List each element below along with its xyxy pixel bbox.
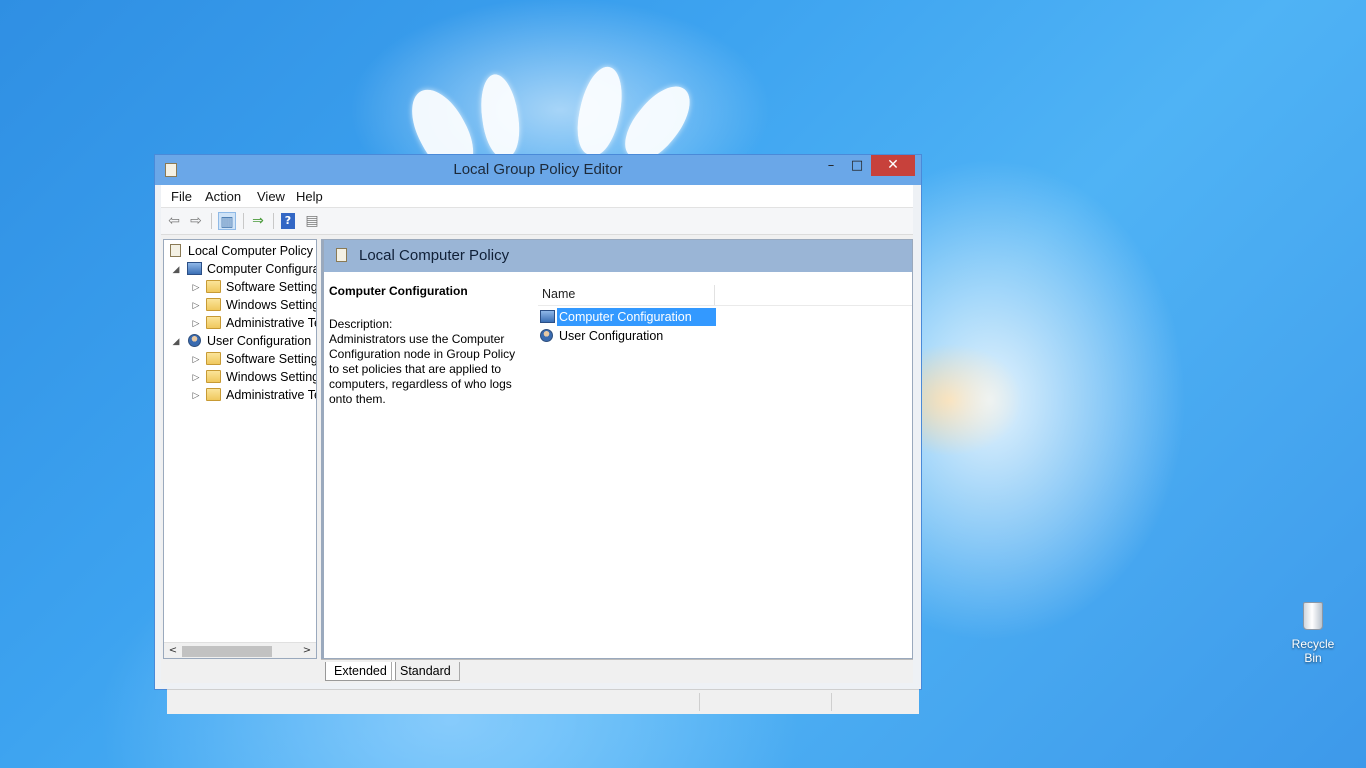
recycle-bin-label: Recycle Bin	[1291, 637, 1335, 665]
menu-help[interactable]: Help	[296, 189, 323, 204]
back-arrow-icon[interactable]: ⇦	[165, 212, 183, 230]
toolbar-separator	[211, 213, 212, 229]
scrollbar-thumb[interactable]	[182, 646, 272, 657]
wallpaper-petal	[571, 62, 629, 160]
details-header: Local Computer Policy	[324, 240, 912, 272]
tree-item-label: User Configuration	[207, 334, 312, 348]
header-notch	[526, 272, 912, 276]
toolbar-separator	[243, 213, 244, 229]
user-icon	[188, 334, 201, 347]
tree-horizontal-scrollbar[interactable]: < >	[164, 642, 316, 658]
computer-icon	[540, 310, 555, 323]
policy-icon	[170, 244, 181, 257]
minimize-button[interactable]: –	[819, 155, 843, 176]
expand-arrow-icon[interactable]: ▷	[191, 296, 201, 314]
console-tree[interactable]: Local Computer Policy ◢ Computer Configu…	[163, 239, 317, 659]
description-text: Administrators use the Computer Configur…	[329, 332, 516, 406]
scroll-right-icon[interactable]: >	[300, 643, 314, 658]
help-button[interactable]: ?	[279, 212, 297, 230]
folder-icon	[206, 370, 221, 383]
export-list-icon[interactable]: ⇒	[249, 212, 267, 230]
toolbar-separator	[273, 213, 274, 229]
expand-arrow-icon[interactable]: ▷	[191, 386, 201, 404]
expand-arrow-icon[interactable]: ▷	[191, 278, 201, 296]
close-button[interactable]: ✕	[871, 155, 915, 176]
title-bar[interactable]: Local Group Policy Editor – □ ✕	[155, 155, 921, 185]
wallpaper-petal	[476, 71, 524, 161]
tree-item-label: Computer Configura	[207, 262, 317, 276]
toolbar: ⇦ ⇨ ▥ ⇒ ? ▤	[161, 208, 913, 235]
tree-item-label: Software Settings	[226, 352, 317, 366]
policy-icon	[336, 248, 347, 262]
status-bar	[167, 689, 919, 714]
view-tabs: Extended Standard	[321, 659, 913, 682]
folder-icon	[206, 352, 221, 365]
list-item-label: Computer Configuration	[557, 308, 716, 326]
tree-item-label: Windows Setting	[226, 370, 317, 384]
window-title: Local Group Policy Editor	[453, 161, 623, 178]
tree-item-label: Software Settings	[226, 280, 317, 294]
list-item-computer-configuration[interactable]: Computer Configuration	[538, 308, 718, 326]
details-pane: Local Computer Policy Computer Configura…	[321, 239, 913, 659]
menu-view[interactable]: View	[257, 189, 285, 204]
description-panel: Computer Configuration Description: Admi…	[329, 284, 524, 407]
column-header-name[interactable]: Name	[538, 285, 912, 306]
menu-action[interactable]: Action	[205, 189, 241, 204]
tree-item-label: Local Computer Policy	[188, 244, 314, 258]
group-policy-editor-window: Local Group Policy Editor – □ ✕ File Act…	[154, 154, 922, 714]
user-icon	[540, 329, 553, 342]
maximize-button[interactable]: □	[845, 155, 869, 176]
expand-arrow-icon[interactable]: ▷	[191, 350, 201, 368]
details-header-title: Local Computer Policy	[359, 247, 510, 264]
forward-arrow-icon[interactable]: ⇨	[187, 212, 205, 230]
tree-item-label: Administrative Te	[226, 316, 317, 330]
list-item-label: User Configuration	[559, 329, 664, 343]
description-heading: Computer Configuration	[329, 284, 468, 298]
expand-arrow-icon[interactable]: ▷	[191, 314, 201, 332]
tree-item-label: Administrative Te	[226, 388, 317, 402]
recycle-bin[interactable]: Recycle Bin	[1282, 600, 1344, 665]
menu-bar: File Action View Help	[161, 185, 913, 208]
show-hide-action-pane-icon[interactable]: ▤	[303, 212, 321, 230]
column-header-label: Name	[542, 287, 576, 301]
menu-file[interactable]: File	[171, 189, 192, 204]
list-item-user-configuration[interactable]: User Configuration	[538, 327, 718, 345]
tab-extended[interactable]: Extended	[325, 662, 396, 681]
folder-icon	[206, 280, 221, 293]
folder-icon	[206, 316, 221, 329]
collapse-arrow-icon[interactable]: ◢	[171, 260, 181, 278]
tree-item-label: Windows Setting	[226, 298, 317, 312]
scroll-left-icon[interactable]: <	[166, 643, 180, 658]
computer-icon	[187, 262, 202, 275]
column-divider[interactable]	[714, 285, 715, 305]
help-icon: ?	[281, 213, 295, 229]
tab-standard[interactable]: Standard	[391, 662, 460, 681]
collapse-arrow-icon[interactable]: ◢	[171, 332, 181, 350]
window-client-area: File Action View Help ⇦ ⇨ ▥ ⇒ ? ▤ Local …	[161, 185, 919, 714]
status-divider	[831, 693, 832, 711]
recycle-bin-icon	[1303, 602, 1323, 630]
folder-icon	[206, 388, 221, 401]
description-label: Description:	[329, 317, 393, 331]
show-hide-console-tree-icon[interactable]: ▥	[218, 212, 236, 230]
expand-arrow-icon[interactable]: ▷	[191, 368, 201, 386]
status-divider	[699, 693, 700, 711]
folder-icon	[206, 298, 221, 311]
